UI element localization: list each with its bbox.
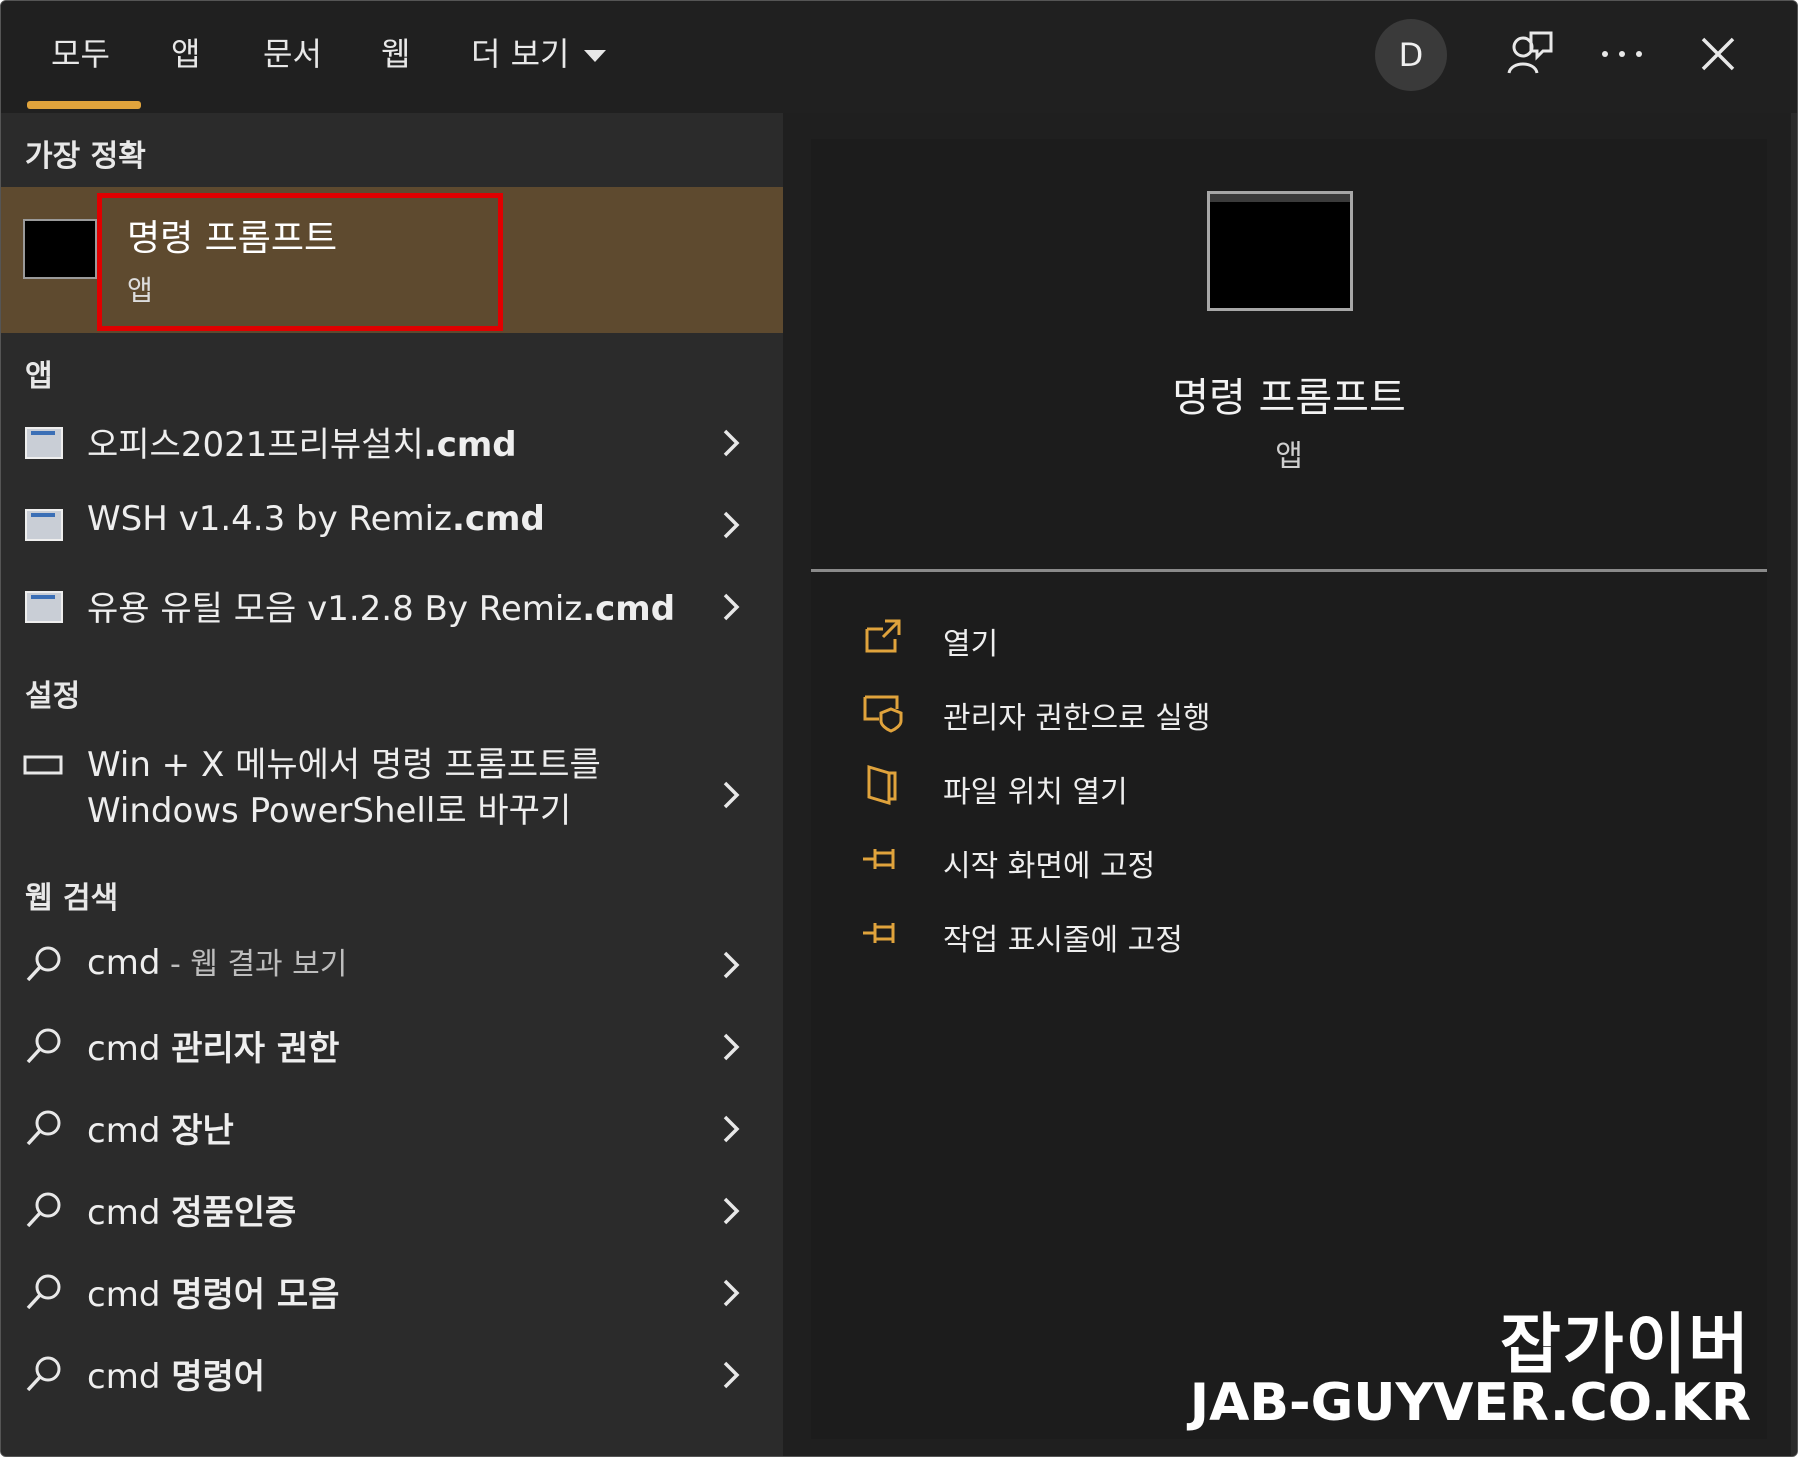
search-window: 모두 앱 문서 웹 더 보기 D 가장 정확 명령 프롬프트 앱 앱 오피스20… <box>0 0 1798 1457</box>
chevron-down-icon <box>583 50 606 62</box>
chevron-right-icon[interactable] <box>713 777 749 813</box>
chevron-right-icon[interactable] <box>713 1275 749 1311</box>
search-icon <box>26 1192 61 1228</box>
settings-item-line1: Win + X 메뉴에서 명령 프롬프트를 <box>87 745 601 785</box>
web-search-label: cmd 명령어 모음 <box>87 1275 340 1315</box>
tab-documents[interactable]: 문서 <box>263 29 322 75</box>
scrollbar[interactable] <box>1791 113 1797 1456</box>
search-icon <box>26 946 61 982</box>
search-icon <box>26 1110 61 1146</box>
action-label: 작업 표시줄에 고정 <box>943 923 1183 958</box>
action-label: 열기 <box>943 627 999 662</box>
tab-more-label: 더 보기 <box>471 35 570 73</box>
close-icon[interactable] <box>1691 27 1745 81</box>
web-search-item[interactable]: cmd - 웹 결과 보기 <box>1 931 783 1001</box>
action-label: 관리자 권한으로 실행 <box>943 701 1211 736</box>
watermark-url: JAB-GUYVER.CO.KR <box>1189 1373 1751 1433</box>
search-icon <box>26 1028 61 1064</box>
more-options-icon[interactable] <box>1595 27 1649 81</box>
detail-subtitle: 앱 <box>1275 439 1303 474</box>
web-search-label: cmd 명령어 <box>87 1357 266 1397</box>
list-item-label: WSH v1.4.3 by Remiz.cmd <box>87 499 545 539</box>
web-search-item[interactable]: cmd 정품인증 <box>1 1177 783 1247</box>
web-search-item[interactable]: cmd 장난 <box>1 1095 783 1165</box>
shield-icon <box>863 695 903 733</box>
web-search-label: cmd 장난 <box>87 1111 234 1151</box>
monitor-icon <box>23 755 63 775</box>
list-item[interactable]: 유용 유틸 모음 v1.2.8 By Remiz.cmd <box>1 573 783 643</box>
tab-apps[interactable]: 앱 <box>171 29 200 75</box>
action-pin-to-taskbar[interactable]: 작업 표시줄에 고정 <box>861 907 1661 967</box>
red-highlight-box <box>97 193 503 331</box>
active-tab-indicator <box>27 101 141 109</box>
chevron-right-icon[interactable] <box>713 507 749 543</box>
command-prompt-icon <box>1207 191 1353 311</box>
section-apps: 앱 <box>25 359 53 394</box>
command-prompt-icon <box>23 219 97 279</box>
web-search-label: cmd 정품인증 <box>87 1193 297 1233</box>
chevron-right-icon[interactable] <box>713 1111 749 1147</box>
top-bar: 모두 앱 문서 웹 더 보기 D <box>1 1 1797 113</box>
divider <box>811 569 1767 572</box>
action-open-file-location[interactable]: 파일 위치 열기 <box>861 759 1661 819</box>
section-best-match: 가장 정확 <box>25 139 146 174</box>
chevron-right-icon[interactable] <box>713 425 749 461</box>
section-settings: 설정 <box>25 679 81 714</box>
web-search-label: cmd - 웹 결과 보기 <box>87 943 348 983</box>
action-pin-to-start[interactable]: 시작 화면에 고정 <box>861 833 1661 893</box>
web-search-item[interactable]: cmd 명령어 <box>1 1341 783 1411</box>
settings-item[interactable]: Win + X 메뉴에서 명령 프롬프트를 Windows PowerShell… <box>1 735 783 835</box>
detail-card: 명령 프롬프트 앱 열기 관리자 권한으로 실행 파일 위치 열기 시작 화면에… <box>811 139 1767 1439</box>
web-search-label: cmd 관리자 권한 <box>87 1029 340 1069</box>
list-item[interactable]: 오피스2021프리뷰설치.cmd <box>1 409 783 479</box>
pin-icon <box>863 849 895 869</box>
chevron-right-icon[interactable] <box>713 589 749 625</box>
detail-pane: 명령 프롬프트 앱 열기 관리자 권한으로 실행 파일 위치 열기 시작 화면에… <box>783 113 1797 1456</box>
chevron-right-icon[interactable] <box>713 947 749 983</box>
search-icon <box>26 1356 61 1392</box>
cmd-file-icon <box>25 509 63 541</box>
list-item-label: 유용 유틸 모음 v1.2.8 By Remiz.cmd <box>87 589 676 629</box>
chevron-right-icon[interactable] <box>713 1357 749 1393</box>
cmd-file-icon <box>25 427 63 459</box>
avatar[interactable]: D <box>1375 19 1447 91</box>
action-run-as-admin[interactable]: 관리자 권한으로 실행 <box>861 685 1661 745</box>
search-icon <box>26 1274 61 1310</box>
chevron-right-icon[interactable] <box>713 1193 749 1229</box>
list-item[interactable]: WSH v1.4.3 by Remiz.cmd <box>1 491 783 561</box>
web-search-item[interactable]: cmd 명령어 모음 <box>1 1259 783 1329</box>
cmd-file-icon <box>25 591 63 623</box>
action-label: 파일 위치 열기 <box>943 775 1128 810</box>
tab-all[interactable]: 모두 <box>51 29 110 75</box>
settings-item-line2: Windows PowerShell로 바꾸기 <box>87 791 572 831</box>
action-label: 시작 화면에 고정 <box>943 849 1156 884</box>
feedback-icon[interactable] <box>1501 27 1555 81</box>
web-search-item[interactable]: cmd 관리자 권한 <box>1 1013 783 1083</box>
folder-icon <box>867 764 897 806</box>
detail-title: 명령 프롬프트 <box>1172 375 1406 421</box>
list-item-label: 오피스2021프리뷰설치.cmd <box>87 425 517 465</box>
tab-web[interactable]: 웹 <box>381 29 410 75</box>
section-web-search: 웹 검색 <box>25 881 119 916</box>
action-open[interactable]: 열기 <box>861 611 1661 671</box>
chevron-right-icon[interactable] <box>713 1029 749 1065</box>
results-pane: 가장 정확 명령 프롬프트 앱 앱 오피스2021프리뷰설치.cmd WSH v… <box>1 113 783 1456</box>
pin-icon <box>863 923 895 943</box>
open-icon <box>865 619 901 653</box>
tab-more[interactable]: 더 보기 <box>471 29 606 75</box>
